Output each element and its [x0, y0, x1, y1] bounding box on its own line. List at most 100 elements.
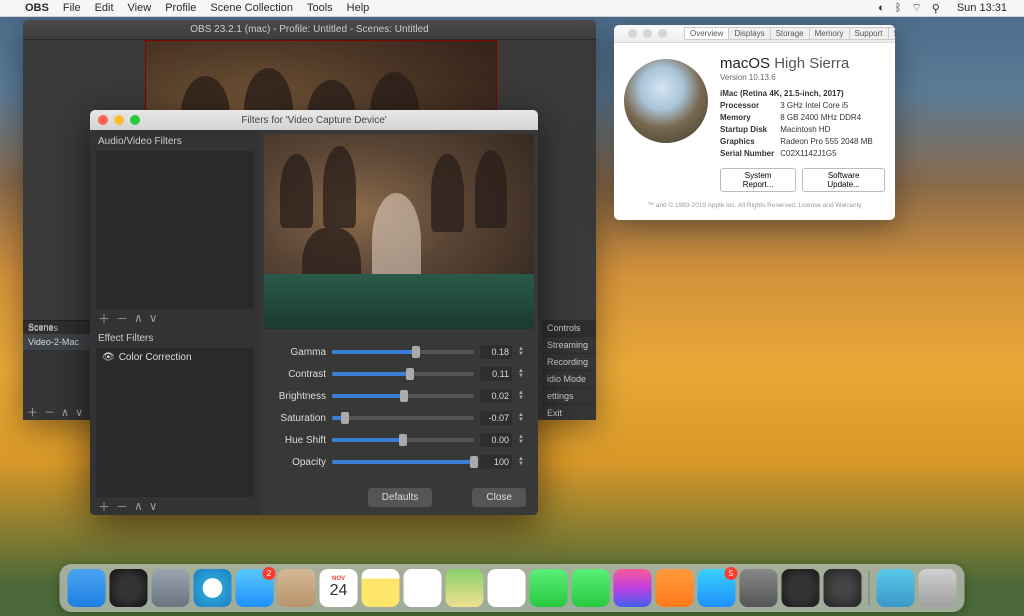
remove-av-filter-icon[interactable]: － [116, 310, 128, 327]
param-slider[interactable] [332, 394, 474, 398]
software-update-button[interactable]: Software Update... [802, 168, 885, 192]
about-tab-support[interactable]: Support [849, 27, 889, 40]
scene-up-icon[interactable]: ∧ [61, 406, 69, 419]
dock-ibooks-icon[interactable] [656, 569, 694, 607]
minimize-icon[interactable] [643, 29, 652, 38]
menu-app[interactable]: OBS [18, 2, 56, 14]
defaults-button[interactable]: Defaults [368, 488, 433, 507]
param-stepper[interactable]: ▲▼ [518, 369, 528, 379]
obs-control-idio-mode[interactable]: idio Mode [542, 371, 596, 388]
scene-down-icon[interactable]: ∨ [75, 406, 83, 419]
about-this-mac-window: OverviewDisplaysStorageMemorySupportServ… [614, 25, 895, 220]
obs-control-ettings[interactable]: ettings [542, 388, 596, 405]
visibility-icon[interactable]: 👁 [102, 352, 115, 363]
param-value[interactable]: 100 [480, 455, 512, 469]
menu-tools[interactable]: Tools [300, 2, 340, 14]
dock-obs-icon[interactable] [824, 569, 862, 607]
dock-finder-icon[interactable] [68, 569, 106, 607]
spotlight-icon[interactable]: ⚲ [932, 2, 940, 15]
about-titlebar[interactable]: OverviewDisplaysStorageMemorySupportServ… [614, 25, 895, 43]
add-effect-filter-icon[interactable]: ＋ [98, 498, 110, 515]
dock-itunes-icon[interactable] [614, 569, 652, 607]
effect-filter-up-icon[interactable]: ∧ [134, 499, 143, 513]
menu-scene-collection[interactable]: Scene Collection [203, 2, 300, 14]
close-icon[interactable] [628, 29, 637, 38]
dock-quicktime-icon[interactable] [782, 569, 820, 607]
dock-photos-icon[interactable] [488, 569, 526, 607]
dock-launchpad-icon[interactable] [152, 569, 190, 607]
param-value[interactable]: 0.02 [480, 389, 512, 403]
param-value[interactable]: 0.18 [480, 345, 512, 359]
menu-help[interactable]: Help [340, 2, 377, 14]
menu-file[interactable]: File [56, 2, 88, 14]
zoom-icon[interactable] [130, 115, 140, 125]
param-slider[interactable] [332, 372, 474, 376]
menu-profile[interactable]: Profile [158, 2, 203, 14]
mac-model: iMac (Retina 4K, 21.5-inch, 2017) [720, 88, 885, 100]
obs-control-streaming[interactable]: Streaming [542, 337, 596, 354]
dock-appstore-icon[interactable]: 5 [698, 569, 736, 607]
av-filters-list[interactable] [96, 151, 254, 309]
obs-control-exit[interactable]: Exit [542, 405, 596, 420]
wifi-icon[interactable]: ⌔ [911, 1, 921, 15]
dock-calendar-icon[interactable]: NOV24 [320, 569, 358, 607]
dock-siri-icon[interactable] [110, 569, 148, 607]
dock-notes-icon[interactable] [362, 569, 400, 607]
about-tab-memory[interactable]: Memory [809, 27, 850, 40]
param-gamma: Gamma0.18▲▼ [270, 341, 528, 363]
effect-filter-item[interactable]: 👁 Color Correction [96, 348, 254, 367]
do-not-disturb-icon[interactable]: ◐ [878, 2, 885, 14]
dock-downloads-icon[interactable] [877, 569, 915, 607]
zoom-icon[interactable] [658, 29, 667, 38]
menu-edit[interactable]: Edit [88, 2, 121, 14]
menu-view[interactable]: View [121, 2, 159, 14]
about-tab-displays[interactable]: Displays [728, 27, 770, 40]
param-slider[interactable] [332, 416, 474, 420]
param-hue-shift: Hue Shift0.00▲▼ [270, 429, 528, 451]
remove-effect-filter-icon[interactable]: － [116, 498, 128, 515]
param-value[interactable]: 0.11 [480, 367, 512, 381]
macos-menubar: OBS FileEditViewProfileScene CollectionT… [0, 0, 1024, 17]
param-value[interactable]: 0.00 [480, 433, 512, 447]
param-stepper[interactable]: ▲▼ [518, 347, 528, 357]
bluetooth-icon[interactable]: ᛒ [895, 2, 902, 14]
obs-control-recording[interactable]: Recording [542, 354, 596, 371]
param-stepper[interactable]: ▲▼ [518, 457, 528, 467]
menubar-clock[interactable]: Sun 13:31 [950, 2, 1014, 14]
about-tab-service[interactable]: Service [888, 27, 895, 40]
close-icon[interactable] [98, 115, 108, 125]
dock-reminders-icon[interactable] [404, 569, 442, 607]
system-report-button[interactable]: System Report... [720, 168, 796, 192]
about-tab-storage[interactable]: Storage [770, 27, 810, 40]
remove-scene-icon[interactable]: － [44, 404, 55, 420]
close-button[interactable]: Close [472, 488, 526, 507]
dock-maps-icon[interactable] [446, 569, 484, 607]
dock-facetime-icon[interactable] [572, 569, 610, 607]
param-label: Saturation [270, 413, 326, 424]
dock-messages-icon[interactable] [530, 569, 568, 607]
av-filter-down-icon[interactable]: ∨ [149, 311, 158, 325]
effect-filter-down-icon[interactable]: ∨ [149, 499, 158, 513]
obs-filters-window: Filters for 'Video Capture Device' Audio… [90, 110, 538, 515]
macos-hero-image [624, 59, 708, 143]
about-tab-overview[interactable]: Overview [684, 27, 729, 40]
dock-safari-icon[interactable] [194, 569, 232, 607]
add-av-filter-icon[interactable]: ＋ [98, 310, 110, 327]
dock-contacts-icon[interactable] [278, 569, 316, 607]
param-stepper[interactable]: ▲▼ [518, 413, 528, 423]
add-scene-icon[interactable]: ＋ [27, 404, 38, 420]
param-stepper[interactable]: ▲▼ [518, 435, 528, 445]
minimize-icon[interactable] [114, 115, 124, 125]
filters-titlebar[interactable]: Filters for 'Video Capture Device' [90, 110, 538, 130]
dock-preferences-icon[interactable] [740, 569, 778, 607]
param-stepper[interactable]: ▲▼ [518, 391, 528, 401]
filters-title: Filters for 'Video Capture Device' [90, 115, 538, 126]
av-filter-up-icon[interactable]: ∧ [134, 311, 143, 325]
effect-filters-list[interactable]: 👁 Color Correction [96, 348, 254, 497]
param-slider[interactable] [332, 438, 474, 442]
dock-trash-icon[interactable] [919, 569, 957, 607]
param-slider[interactable] [332, 350, 474, 354]
dock-mail-icon[interactable]: 2 [236, 569, 274, 607]
param-slider[interactable] [332, 460, 474, 464]
param-value[interactable]: -0.07 [480, 411, 512, 425]
